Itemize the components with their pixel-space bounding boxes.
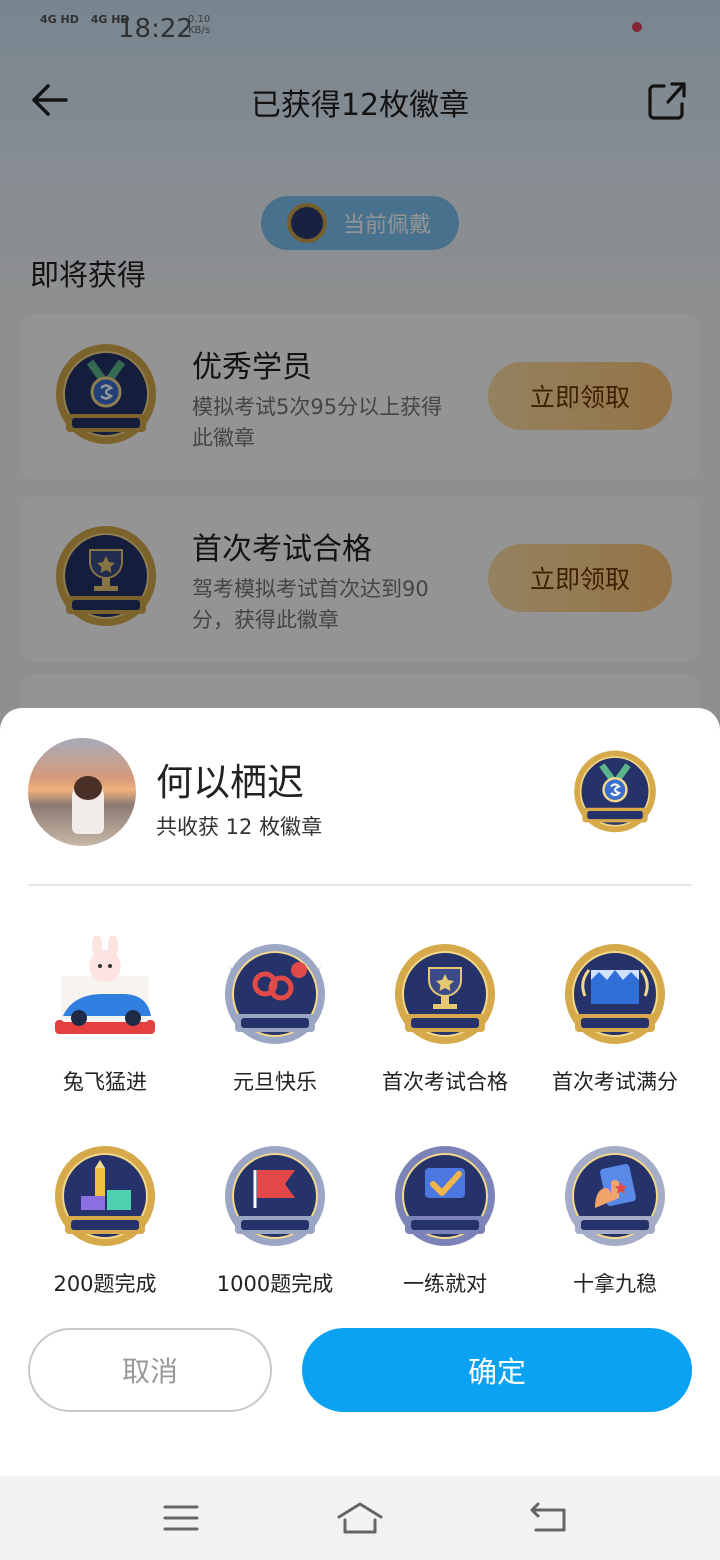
rabbit-car-badge-icon [55,936,155,1034]
badge-item[interactable]: 元旦快乐 [190,930,360,1110]
practice-correct-badge-icon [395,1146,495,1246]
badge-item[interactable]: 首次考试合格 [360,930,530,1110]
badge-item[interactable]: 兔飞猛进 [20,930,190,1110]
back-return-icon [530,1502,566,1532]
divider [28,884,692,886]
full-score-100-badge-icon [565,944,665,1044]
badge-label: 兔飞猛进 [63,1070,147,1094]
badge-label: 元旦快乐 [233,1070,317,1094]
back-nav-button[interactable] [524,1498,574,1538]
cancel-button[interactable]: 取消 [28,1328,272,1412]
avatar-hair [74,776,102,800]
user-name: 何以栖迟 [156,761,304,804]
badge-item[interactable]: 200题完成 [20,1132,190,1312]
badge-item[interactable]: 1000题完成 [190,1132,360,1312]
menu-icon [163,1505,199,1531]
badge-label: 十拿九稳 [573,1272,657,1296]
badge-item[interactable]: 一练就对 [360,1132,530,1312]
new-year-badge-icon [225,944,325,1044]
first-pass-badge-icon [395,944,495,1044]
avatar [28,738,136,846]
badge-count: 共收获 12 枚徽章 [156,815,323,839]
badge-item[interactable]: 十拿九稳 [530,1132,700,1312]
confirm-button[interactable]: 确定 [302,1328,692,1412]
badge-label: 1000题完成 [216,1272,334,1296]
home-button[interactable] [335,1498,385,1538]
badge-label: 200题完成 [53,1272,157,1296]
200-questions-badge-icon [55,1146,155,1246]
badge-select-sheet: 何以栖迟 共收获 12 枚徽章 兔飞猛进 元旦快乐 首次考试合格 首次考试满分 … [0,708,720,1476]
menu-button[interactable] [156,1498,206,1538]
badge-item[interactable]: 首次考试满分 [530,930,700,1110]
badge-label: 首次考试满分 [552,1070,678,1094]
badge-label: 一练就对 [403,1272,487,1296]
system-navigation-bar [0,1476,720,1560]
worn-badge-icon [574,750,656,833]
badge-label: 首次考试合格 [382,1070,508,1094]
home-icon [337,1502,383,1534]
sure-thing-badge-icon [565,1146,665,1246]
1000-questions-badge-icon [225,1146,325,1246]
